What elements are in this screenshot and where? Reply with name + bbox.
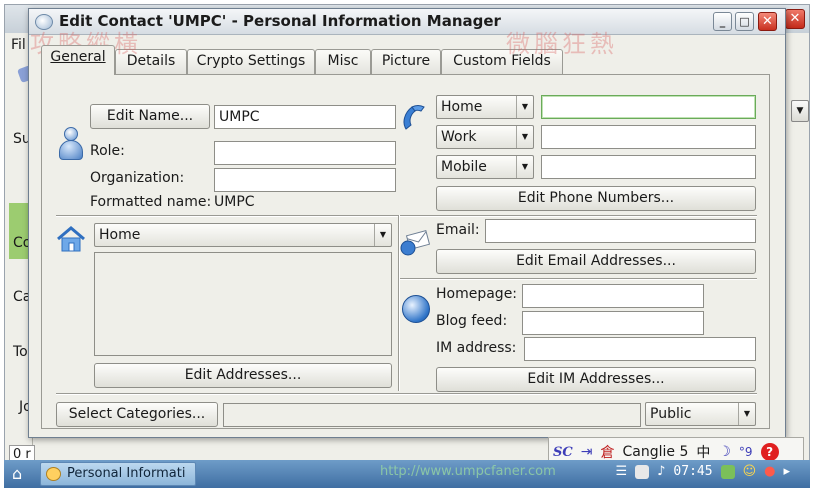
volume-icon[interactable]: ♪ [657, 464, 665, 479]
phone-type-select-3[interactable]: Mobile ▼ [436, 155, 534, 179]
formatted-name-label: Formatted name: [90, 194, 212, 210]
punctuation-icon[interactable]: °9 [739, 445, 753, 459]
battery-icon[interactable] [720, 464, 735, 479]
phone-number-field-3[interactable] [541, 155, 756, 179]
minimize-icon[interactable]: _ [713, 12, 732, 31]
ime-input-method-icon[interactable]: 倉 [600, 442, 614, 462]
network-icon[interactable] [635, 464, 650, 479]
phone-type-select-2[interactable]: Work ▼ [436, 125, 534, 149]
edit-name-button[interactable]: Edit Name... [90, 104, 210, 129]
blog-feed-field[interactable] [522, 311, 704, 335]
help-icon[interactable]: ? [760, 443, 779, 461]
phone-type-select-1[interactable]: Home ▼ [436, 95, 534, 119]
organization-field[interactable] [214, 168, 396, 192]
formatted-name-value: UMPC [214, 194, 255, 210]
address-display [94, 252, 392, 356]
im-address-label: IM address: [436, 340, 517, 356]
divider [400, 215, 757, 217]
phone-number-field-2[interactable] [541, 125, 756, 149]
name-field[interactable]: UMPC [214, 105, 396, 129]
phone-icon [403, 105, 425, 130]
edit-addresses-button[interactable]: Edit Addresses... [94, 363, 392, 388]
homepage-field[interactable] [522, 284, 704, 308]
role-label: Role: [90, 143, 125, 159]
ime-mode[interactable]: 中 [696, 442, 710, 462]
clock[interactable]: 07:45 [673, 464, 712, 479]
taskbar: ⌂ Personal Informati http://www.umpcfane… [4, 460, 810, 488]
select-categories-button[interactable]: Select Categories... [56, 402, 218, 427]
email-label: Email: [436, 222, 480, 238]
background-menu-file[interactable]: Fil [11, 37, 26, 53]
maximize-icon[interactable]: □ [735, 12, 754, 31]
phone-number-field-1[interactable] [541, 95, 756, 119]
blog-feed-label: Blog feed: [436, 313, 508, 329]
email-icon [400, 230, 430, 256]
edit-phone-numbers-button[interactable]: Edit Phone Numbers... [436, 186, 756, 211]
chevron-down-icon: ▼ [374, 224, 391, 246]
ime-name[interactable]: Canglie 5 [622, 444, 688, 460]
tab-picture[interactable]: Picture [371, 49, 441, 74]
divider [56, 215, 398, 217]
ime-arrow-icon[interactable]: ⇥ [581, 444, 593, 460]
globe-icon [402, 295, 430, 323]
dialog-titlebar[interactable]: Edit Contact 'UMPC' - Personal Informati… [29, 9, 785, 35]
general-tab-panel: Edit Name... UMPC Role: Organization: Fo… [41, 74, 770, 429]
categories-field [223, 403, 641, 427]
home-icon[interactable]: ⌂ [12, 464, 22, 483]
divider [56, 393, 757, 395]
background-side-label[interactable]: To [13, 344, 28, 360]
tab-general[interactable]: General [41, 45, 115, 75]
edit-contact-dialog: Edit Contact 'UMPC' - Personal Informati… [28, 8, 786, 438]
background-dropdown-arrow-icon[interactable]: ▼ [791, 100, 809, 122]
role-field[interactable] [214, 141, 396, 165]
edit-im-addresses-button[interactable]: Edit IM Addresses... [436, 367, 756, 392]
tab-crypto-settings[interactable]: Crypto Settings [187, 49, 315, 74]
pim-icon [46, 467, 61, 481]
close-icon[interactable]: ✕ [758, 12, 777, 31]
ime-logo[interactable]: SC [553, 445, 573, 460]
wifi-icon[interactable]: ☰ [615, 464, 627, 479]
chevron-down-icon: ▼ [738, 403, 755, 425]
watermark-right: 微腦狂熱 [506, 30, 618, 58]
homepage-label: Homepage: [436, 286, 518, 302]
moon-icon[interactable]: ☽ [718, 444, 731, 460]
background-close-icon[interactable]: ✕ [785, 9, 805, 29]
chevron-down-icon: ▼ [516, 156, 533, 178]
access-select[interactable]: Public ▼ [645, 402, 756, 426]
arrow-right-icon[interactable]: ▸ [783, 464, 790, 479]
system-tray: ☰ ♪ 07:45 ☺ ● ▸ [615, 464, 790, 479]
chevron-down-icon: ▼ [516, 126, 533, 148]
edit-email-addresses-button[interactable]: Edit Email Addresses... [436, 249, 756, 274]
im-address-field[interactable] [524, 337, 756, 361]
person-icon [58, 127, 84, 161]
taskbar-item-pim[interactable]: Personal Informati [40, 462, 196, 486]
alert-icon[interactable]: ● [764, 464, 775, 479]
home-icon [57, 226, 85, 252]
address-type-select[interactable]: Home ▼ [94, 223, 392, 247]
email-field[interactable] [485, 219, 756, 243]
divider [400, 278, 757, 280]
organization-label: Organization: [90, 170, 185, 186]
tab-misc[interactable]: Misc [315, 49, 371, 74]
watermark-url: http://www.umpcfaner.com [380, 464, 556, 479]
chevron-down-icon: ▼ [516, 96, 533, 118]
smiley-icon[interactable]: ☺ [743, 464, 757, 479]
